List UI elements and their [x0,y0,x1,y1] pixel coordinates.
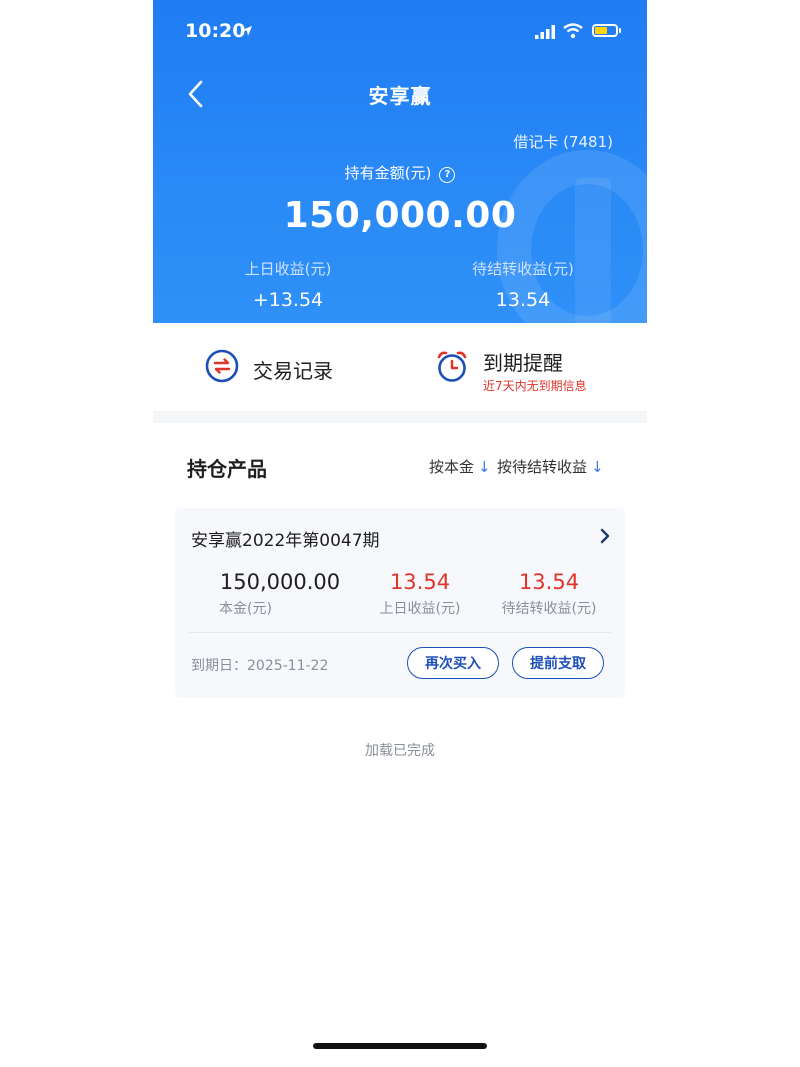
header-panel: 10:20 安享赢 借记卡 (7481) 持有金额(元)? 150,000.00… [153,0,647,323]
signal-icon [535,25,555,39]
location-arrow-icon [242,26,252,36]
rebuy-button[interactable]: 再次买入 [407,647,499,679]
holding-amount: 150,000.00 [283,195,517,236]
status-time: 10:20 [185,20,246,42]
early-withdraw-button[interactable]: 提前支取 [512,647,604,679]
principal-label: 本金(元) [219,601,272,617]
chevron-right-icon[interactable] [599,528,611,544]
maturity-date: 到期日：2025-11-22 [191,658,329,674]
product-card[interactable]: 安享赢2022年第0047期 150,000.00 本金(元) 13.54 上日… [175,508,625,698]
pending-income-label: 待结转收益(元) [472,260,574,278]
load-complete-text: 加载已完成 [365,743,435,759]
yesterday-income-label: 上日收益(元) [244,260,332,278]
pending-income-column: 13.54 待结转收益(元) [475,570,623,618]
sort-by-pending-income[interactable]: 按待结转收益 ↓ [497,456,604,477]
card-divider [189,632,611,633]
holding-label-text: 持有金额(元) [344,164,432,182]
transaction-records-label: 交易记录 [253,359,333,383]
sort-arrow-icon: ↓ [478,458,491,476]
pending-income-value: 13.54 [495,289,551,311]
yesterday-income-column: 13.54 上日收益(元) [365,570,475,618]
status-bar: 10:20 [153,18,647,44]
yesterday-income: 上日收益(元) +13.54 [208,258,368,311]
principal-column: 150,000.00 本金(元) [215,570,345,618]
yesterday-income-value: +13.54 [252,289,324,311]
maturity-reminder-label: 到期提醒 [483,351,563,375]
page-title: 安享赢 [368,84,432,108]
product-yesterday-label: 上日收益(元) [379,601,461,617]
product-yesterday-value: 13.54 [389,570,451,594]
product-name: 安享赢2022年第0047期 [191,531,380,551]
home-indicator[interactable] [313,1043,487,1049]
help-icon[interactable]: ? [439,167,456,183]
sort-arrow-icon: ↓ [591,458,604,476]
holding-label: 持有金额(元)? [153,162,647,183]
sort-by-principal[interactable]: 按本金 ↓ [429,456,491,477]
alarm-clock-icon [437,351,467,382]
product-pending-label: 待结转收益(元) [501,601,597,617]
phone-screen: 10:20 安享赢 借记卡 (7481) 持有金额(元)? 150,000.00… [153,0,647,1067]
maturity-reminder-sub: 近7天内无到期信息 [483,379,587,393]
principal-value: 150,000.00 [219,570,341,594]
section-divider [153,411,647,423]
sort-by-principal-label: 按本金 [429,458,475,476]
battery-icon [592,24,621,37]
pending-income: 待结转收益(元) 13.54 [443,258,603,311]
exchange-icon [205,349,239,383]
quick-actions: 交易记录 到期提醒 近7天内无到期信息 [153,323,647,413]
sort-by-pending-label: 按待结转收益 [497,458,588,476]
wifi-icon [563,23,583,39]
holdings-title: 持仓产品 [187,457,267,481]
debit-card-label[interactable]: 借记卡 (7481) [513,131,613,152]
product-pending-value: 13.54 [518,570,580,594]
